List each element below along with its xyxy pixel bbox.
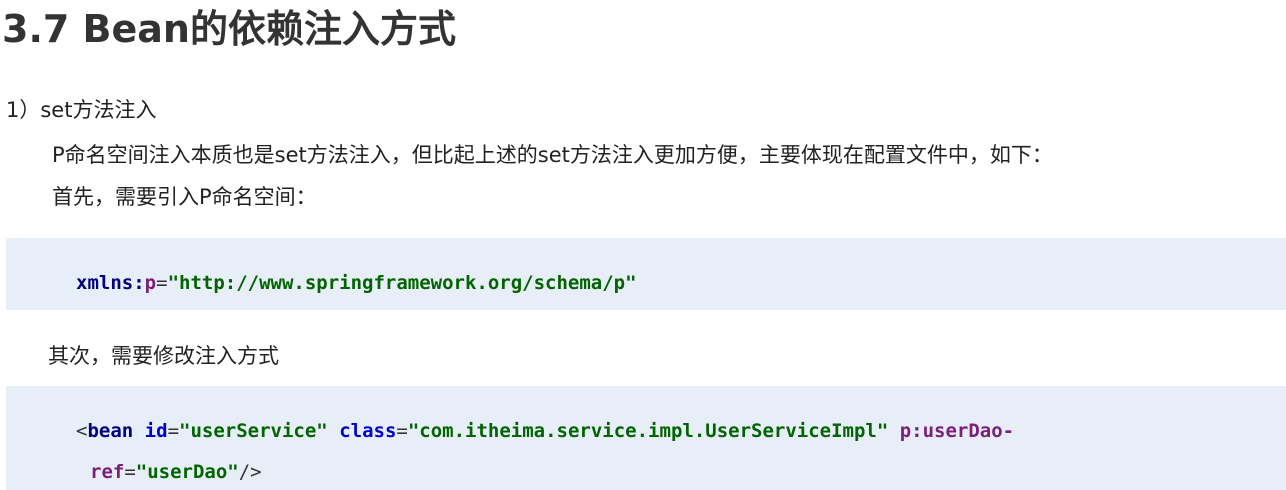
code-colon: :: [133, 272, 145, 294]
code-eq: =: [396, 420, 408, 442]
code-attr-id: id: [144, 420, 168, 442]
code-ref-value: "userDao": [135, 461, 239, 483]
code-ns-prefix: xmlns: [76, 272, 134, 294]
page-title: 3.7 Bean的依赖注入方式: [2, 7, 456, 51]
code-class-value: "com.itheima.service.impl.UserServiceImp…: [407, 420, 889, 442]
code-attr-ref: ref: [90, 461, 125, 483]
code-line-bean-2: ref="userDao"/>: [90, 461, 262, 483]
code-eq: =: [167, 420, 180, 442]
code-eq: =: [156, 272, 168, 294]
code-ns-name: p: [144, 272, 157, 294]
paragraph-intro: P命名空间注入本质也是set方法注入，但比起上述的set方法注入更加方便，主要体…: [52, 143, 1053, 167]
code-tag-bean: bean: [87, 420, 134, 442]
section-heading: 1）set方法注入: [6, 98, 157, 122]
paragraph-step-1: 首先，需要引入P命名空间：: [52, 185, 317, 209]
paragraph-step-2: 其次，需要修改注入方式: [48, 344, 279, 368]
code-eq: =: [124, 461, 136, 483]
code-close-bracket: />: [238, 461, 262, 483]
code-line-bean-1: <bean id="userService" class="com.itheim…: [76, 420, 1014, 442]
code-id-value: "userService": [179, 420, 328, 442]
code-open-bracket: <: [76, 420, 88, 442]
code-line-namespace: xmlns:p="http://www.springframework.org/…: [76, 272, 637, 294]
code-attr-class: class: [339, 420, 397, 442]
code-ns-value: "http://www.springframework.org/schema/p…: [167, 272, 637, 294]
code-attr-p-userdao: p:userDao-: [899, 420, 1015, 442]
